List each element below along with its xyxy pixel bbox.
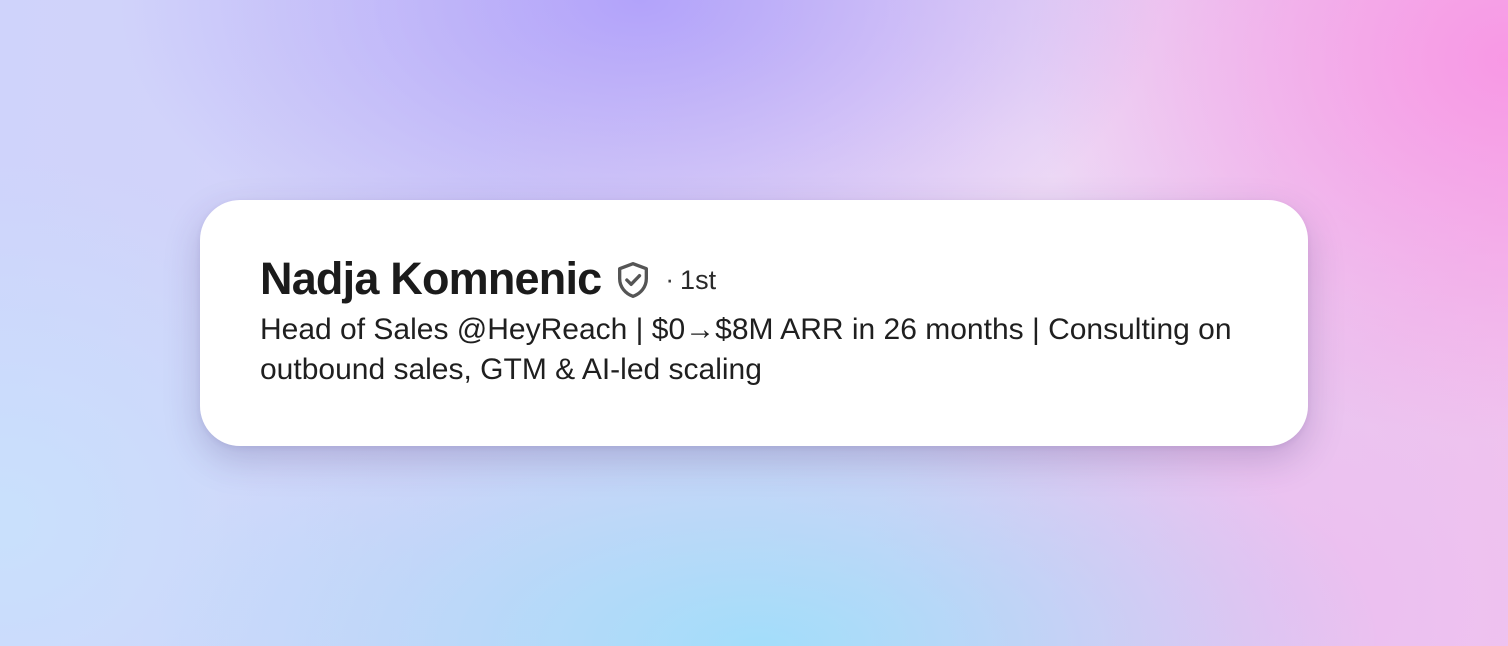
profile-headline: Head of Sales @HeyReach | $0→$8M ARR in … [260,313,1232,386]
name-row: Nadja Komnenic · 1st [260,252,1252,306]
profile-card: Nadja Komnenic · 1st Head of Sales @HeyR… [200,200,1308,446]
connection-degree: 1st [680,264,717,295]
profile-name[interactable]: Nadja Komnenic [260,253,602,305]
separator-dot: · [665,264,675,294]
verified-shield-icon[interactable] [613,260,653,300]
